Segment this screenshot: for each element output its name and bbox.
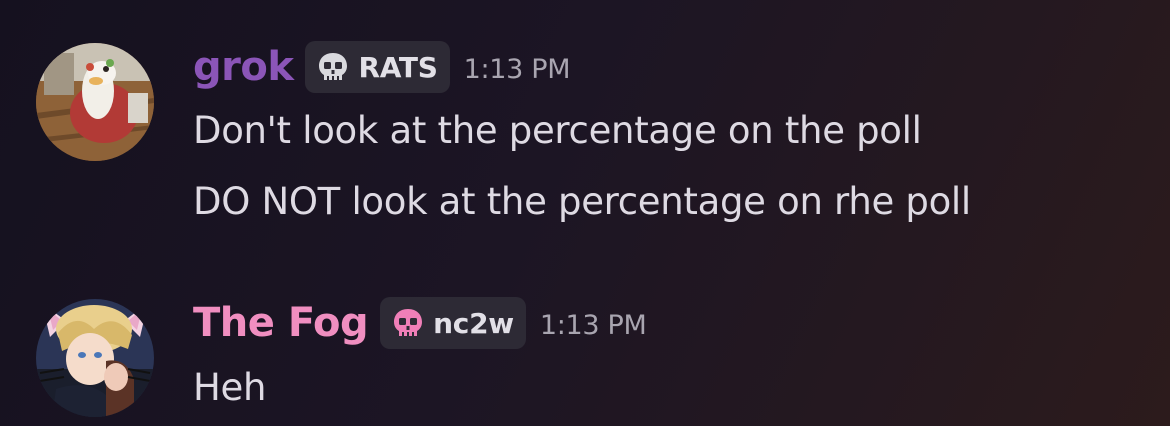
pink-skull-icon	[394, 309, 423, 336]
message-content: Don't look at the percentage on the poll	[193, 109, 922, 152]
message-header: The Fog nc2w 1:13 PM	[193, 296, 647, 350]
skull-icon	[319, 53, 348, 80]
guild-tag-label: nc2w	[433, 306, 514, 340]
chat-message-list: grok RATS 1:13 PM Don't look at the perc…	[0, 0, 1170, 426]
username[interactable]: grok	[193, 40, 294, 94]
guild-tag[interactable]: nc2w	[380, 297, 526, 349]
guild-tag[interactable]: RATS	[305, 41, 450, 93]
avatar[interactable]	[36, 43, 154, 161]
username[interactable]: The Fog	[193, 296, 369, 350]
timestamp[interactable]: 1:13 PM	[464, 50, 571, 85]
guild-tag-label: RATS	[358, 50, 438, 84]
timestamp[interactable]: 1:13 PM	[540, 306, 647, 341]
avatar[interactable]	[36, 299, 154, 417]
message-header: grok RATS 1:13 PM	[193, 40, 571, 94]
message-content: DO NOT look at the percentage on rhe pol…	[193, 180, 971, 223]
message-content: Heh	[193, 366, 267, 409]
